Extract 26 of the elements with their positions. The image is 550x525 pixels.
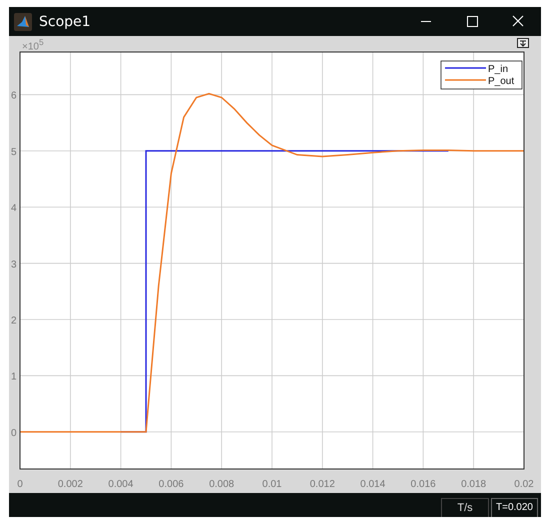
dock-icon[interactable] bbox=[517, 38, 529, 48]
app-icon bbox=[14, 12, 32, 30]
axis-tick-label: 4 bbox=[11, 203, 17, 214]
axis-tick-label: 2 bbox=[11, 316, 17, 326]
axis-tick-label: 0 bbox=[17, 479, 23, 490]
window-title: Scope1 bbox=[39, 14, 91, 30]
axis-tick-label: 0.016 bbox=[410, 479, 436, 490]
axis-tick-label: 0.012 bbox=[310, 479, 335, 490]
axis-tick-label: 0.006 bbox=[158, 479, 184, 490]
legend-label: P_out bbox=[488, 76, 514, 87]
axis-tick-label: 0.004 bbox=[108, 479, 134, 490]
axis-tick-label: 0.014 bbox=[360, 479, 386, 490]
axis-tick-label: 0.01 bbox=[262, 479, 282, 490]
axis-multiplier: ×10$^{5}$ bbox=[22, 37, 44, 52]
axis-tick-label: 6 bbox=[11, 90, 17, 102]
legend-label: P_in bbox=[488, 64, 508, 75]
axis-tick-label: 0.002 bbox=[58, 479, 83, 490]
axis-tick-label: 1 bbox=[11, 372, 17, 383]
time-readout: T=0.020 bbox=[491, 498, 538, 517]
axis-tick-label: 5 bbox=[11, 146, 17, 158]
axis-tick-label: 0 bbox=[11, 428, 17, 439]
time-unit: T/s bbox=[441, 498, 490, 517]
axis-tick-label: 3 bbox=[11, 259, 17, 270]
axis-tick-label: 0.018 bbox=[461, 479, 486, 490]
axis-tick-label: 0.02 bbox=[514, 479, 534, 490]
axis-tick-label: 0.008 bbox=[209, 479, 234, 490]
